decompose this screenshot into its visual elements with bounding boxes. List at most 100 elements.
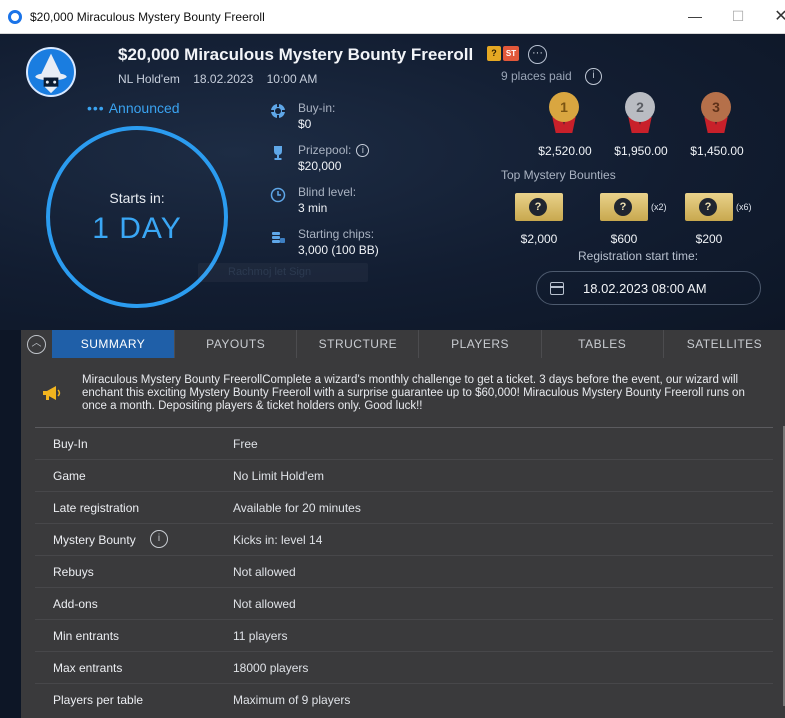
medal-rank-3: 3 bbox=[701, 92, 731, 122]
row-value: Free bbox=[233, 437, 258, 451]
megaphone-icon bbox=[41, 384, 63, 402]
row-label: Max entrants bbox=[53, 661, 123, 675]
minimize-button[interactable]: — bbox=[685, 8, 705, 24]
blind-level-value: 3 min bbox=[298, 201, 328, 215]
mystery-badge-icon: ? bbox=[487, 46, 501, 61]
registration-label: Registration start time: bbox=[578, 249, 699, 263]
row-label: Players per table bbox=[53, 693, 144, 707]
row-label: Buy-In bbox=[53, 437, 88, 451]
summary-row: Add-ons Not allowed bbox=[35, 588, 773, 620]
buyin-value: $0 bbox=[298, 117, 312, 131]
bounty-ticket-icon: ? bbox=[685, 193, 733, 221]
clock-icon bbox=[270, 187, 286, 203]
close-button[interactable]: ✕ bbox=[771, 6, 785, 26]
summary-row: Late registration Available for 20 minut… bbox=[35, 492, 773, 524]
chip-icon bbox=[270, 103, 286, 119]
bounty-ticket-icon: ? bbox=[600, 193, 648, 221]
row-value: Maximum of 9 players bbox=[233, 693, 351, 707]
tab-structure[interactable]: STRUCTURE bbox=[296, 330, 418, 358]
blind-level-label: Blind level: bbox=[298, 185, 357, 199]
mystery-bounty-info-icon[interactable]: i bbox=[150, 530, 168, 548]
row-value: Not allowed bbox=[233, 565, 296, 579]
registration-start-field: 18.02.2023 08:00 AM bbox=[536, 271, 761, 305]
prizepool-info-icon[interactable]: i bbox=[356, 144, 370, 158]
bounty-multiplier-2: (x2) bbox=[651, 202, 667, 212]
start-time: 10:00 AM bbox=[266, 72, 318, 86]
row-value: Not allowed bbox=[233, 597, 296, 611]
registration-start-value: 18.02.2023 08:00 AM bbox=[583, 281, 707, 296]
bronze-medal-icon: 3 bbox=[700, 92, 732, 136]
tournament-title: $20,000 Miraculous Mystery Bounty Freero… bbox=[118, 45, 474, 64]
gold-medal-icon: 1 bbox=[548, 92, 580, 136]
summary-row: Min entrants 11 players bbox=[35, 620, 773, 652]
summary-row: Players per table Maximum of 9 players bbox=[35, 684, 773, 716]
maximize-button[interactable]: ☐ bbox=[728, 8, 748, 25]
silver-medal-icon: 2 bbox=[624, 92, 656, 136]
status-dots-icon: ••• bbox=[87, 100, 105, 116]
row-value: 11 players bbox=[233, 629, 288, 643]
trophy-icon bbox=[274, 146, 282, 160]
summary-row: Buy-In Free bbox=[35, 428, 773, 460]
places-paid: 9 places paid bbox=[501, 69, 572, 83]
bounty-multiplier-3: (x6) bbox=[736, 202, 752, 212]
medal-rank-2: 2 bbox=[625, 92, 655, 122]
game-type: NL Hold'em bbox=[118, 72, 180, 86]
starts-in-value: 1 DAY bbox=[92, 212, 182, 245]
bounty-ticket-icon: ? bbox=[515, 193, 563, 221]
collapse-button[interactable]: ︿ bbox=[21, 330, 52, 358]
tab-players[interactable]: PLAYERS bbox=[418, 330, 540, 358]
row-value: Available for 20 minutes bbox=[233, 501, 361, 515]
register-button[interactable]: Rachmoj let Sign bbox=[198, 263, 368, 282]
row-label: Late registration bbox=[53, 501, 140, 515]
row-label: Min entrants bbox=[53, 629, 120, 643]
tab-tables[interactable]: TABLES bbox=[540, 330, 663, 358]
more-options-button[interactable]: ··· bbox=[528, 45, 547, 64]
summary-row: Mystery Bounty i Kicks in: level 14 bbox=[35, 524, 773, 556]
notice-text: Miraculous Mystery Bounty FreerollComple… bbox=[82, 374, 745, 412]
tournament-subline: NL Hold'em 18.02.2023 10:00 AM bbox=[118, 72, 327, 86]
row-value: 18000 players bbox=[233, 661, 309, 675]
starts-in-label: Starts in: bbox=[109, 190, 165, 206]
bounty-amount-1: $2,000 bbox=[520, 232, 558, 246]
starting-chips-label: Starting chips: bbox=[298, 227, 375, 241]
chevron-up-icon: ︿ bbox=[27, 335, 46, 354]
row-label: Mystery Bounty bbox=[53, 533, 136, 547]
buyin-label: Buy-in: bbox=[298, 101, 336, 115]
row-value: Kicks in: level 14 bbox=[233, 533, 323, 547]
row-label: Add-ons bbox=[53, 597, 98, 611]
prize-amount-1: $2,520.00 bbox=[538, 144, 592, 158]
bounty-amount-2: $600 bbox=[610, 232, 638, 246]
prizepool-value: $20,000 bbox=[298, 159, 342, 173]
starting-chips-value: 3,000 (100 BB) bbox=[298, 243, 379, 257]
window-title: $20,000 Miraculous Mystery Bounty Freero… bbox=[30, 9, 265, 24]
window-titlebar: $20,000 Miraculous Mystery Bounty Freero… bbox=[0, 0, 785, 34]
row-label: Rebuys bbox=[53, 565, 94, 579]
prize-amount-3: $1,450.00 bbox=[690, 144, 744, 158]
bounty-amount-3: $200 bbox=[695, 232, 723, 246]
prize-amount-2: $1,950.00 bbox=[614, 144, 668, 158]
row-label: Game bbox=[53, 469, 86, 483]
tab-satellites[interactable]: SATELLITES bbox=[662, 330, 785, 358]
tab-summary[interactable]: SUMMARY bbox=[51, 330, 175, 358]
calendar-icon bbox=[550, 282, 564, 295]
status-text: Announced bbox=[108, 100, 180, 116]
prizepool-label-text: Prizepool: bbox=[298, 143, 352, 157]
status-badge: ••• Announced bbox=[87, 100, 180, 116]
st-badge-icon: ST bbox=[503, 46, 519, 61]
row-value: No Limit Hold'em bbox=[233, 469, 324, 483]
start-date: 18.02.2023 bbox=[193, 72, 254, 86]
app-icon bbox=[8, 9, 22, 24]
places-info-icon[interactable]: i bbox=[585, 68, 602, 85]
summary-panel: Miraculous Mystery Bounty FreerollComple… bbox=[21, 358, 785, 718]
wizard-avatar-icon bbox=[26, 47, 76, 97]
prizepool-label: Prizepool: i bbox=[298, 143, 370, 158]
tournament-header: $20,000 Miraculous Mystery Bounty Freero… bbox=[0, 34, 785, 330]
tab-bar: ︿ SUMMARY PAYOUTS STRUCTURE PLAYERS TABL… bbox=[21, 330, 785, 358]
summary-row: Rebuys Not allowed bbox=[35, 556, 773, 588]
medal-rank-1: 1 bbox=[549, 92, 579, 122]
summary-row: Max entrants 18000 players bbox=[35, 652, 773, 684]
chips-stack-icon bbox=[272, 232, 285, 243]
summary-row: Game No Limit Hold'em bbox=[35, 460, 773, 492]
tab-payouts[interactable]: PAYOUTS bbox=[174, 330, 296, 358]
top-bounties-label: Top Mystery Bounties bbox=[501, 168, 616, 182]
